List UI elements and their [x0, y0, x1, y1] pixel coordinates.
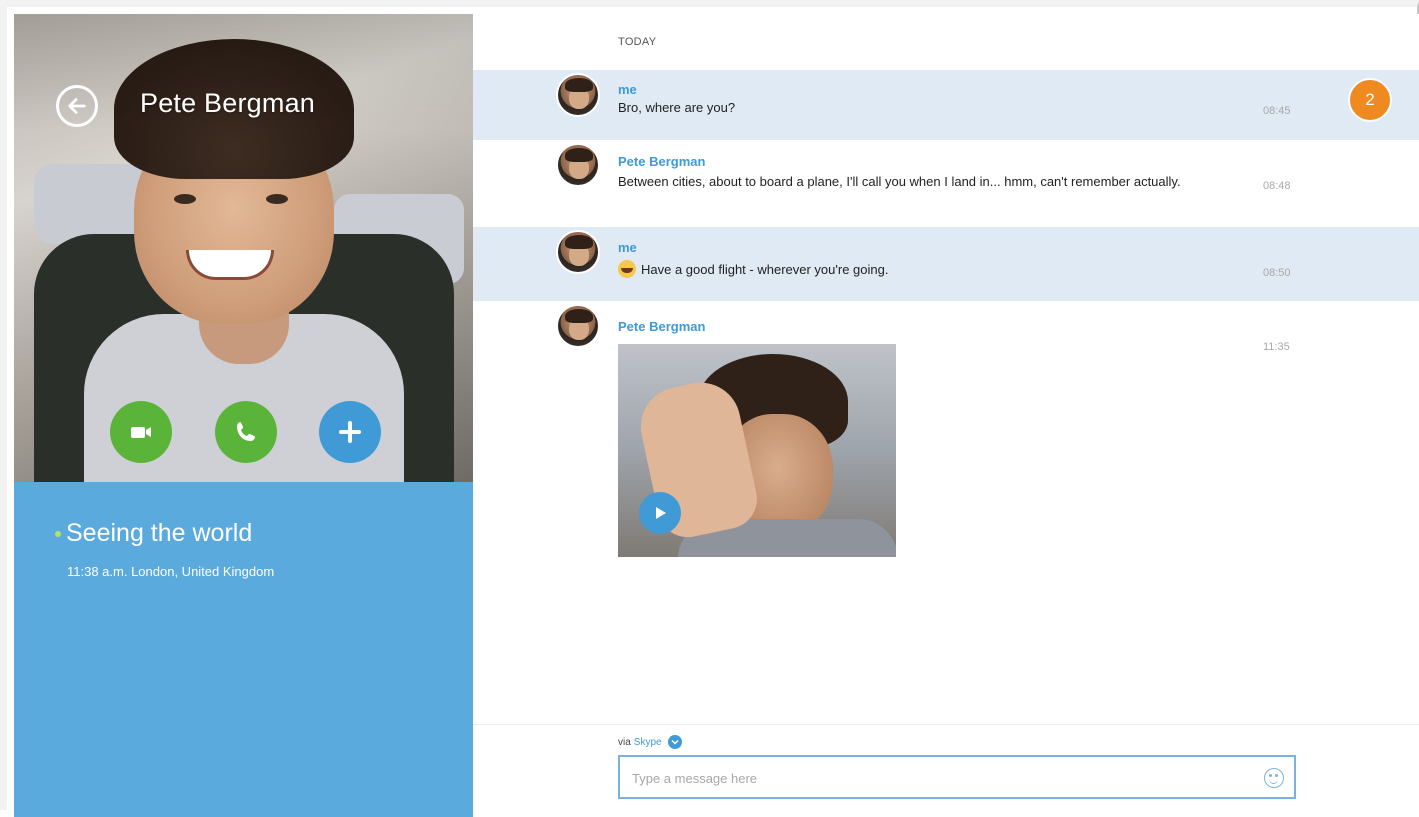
- message-row[interactable]: Pete Bergman 11:35: [473, 301, 1419, 571]
- message-sender: Pete Bergman: [618, 319, 706, 334]
- play-icon: [656, 507, 666, 519]
- phone-icon: [237, 422, 255, 441]
- unread-count-badge[interactable]: 2: [1348, 78, 1392, 122]
- message-input[interactable]: [632, 767, 1252, 789]
- via-service[interactable]: Skype: [634, 737, 662, 748]
- message-text: Between cities, about to board a plane, …: [618, 174, 1181, 189]
- conversation-pane: TODAY me Bro, where are you? 08:45 Pete …: [473, 14, 1419, 817]
- avatar: [556, 73, 600, 117]
- back-arrow-icon: [68, 98, 86, 114]
- day-separator: TODAY: [618, 36, 657, 48]
- message-composer[interactable]: [618, 755, 1296, 799]
- video-camera-icon: [131, 427, 151, 438]
- presence-dot-icon: [55, 531, 61, 537]
- mood-message: Seeing the world: [66, 519, 253, 547]
- message-row[interactable]: me Have a good flight - wherever you're …: [473, 227, 1419, 301]
- message-row[interactable]: Pete Bergman Between cities, about to bo…: [473, 140, 1419, 227]
- video-call-button[interactable]: [110, 401, 172, 463]
- avatar: [556, 143, 600, 187]
- status-panel: Seeing the world 11:38 a.m. London, Unit…: [14, 482, 473, 817]
- video-message-thumbnail[interactable]: [618, 344, 896, 557]
- composer-divider: [473, 724, 1419, 725]
- message-sender: me: [618, 82, 637, 97]
- message-time: 08:45: [1263, 105, 1291, 117]
- smiley-icon[interactable]: [1264, 768, 1284, 788]
- message-time: 08:48: [1263, 180, 1291, 192]
- message-text: Have a good flight - wherever you're goi…: [641, 262, 889, 277]
- message-text: Bro, where are you?: [618, 100, 736, 115]
- avatar: [556, 230, 600, 274]
- plus-icon: [339, 421, 361, 443]
- message-time: 11:35: [1263, 341, 1290, 353]
- message-row[interactable]: me Bro, where are you? 08:45: [473, 70, 1419, 140]
- via-selector[interactable]: via Skype: [618, 735, 682, 749]
- message-sender: Pete Bergman: [618, 154, 706, 169]
- via-label: via: [618, 736, 631, 748]
- play-button[interactable]: [639, 492, 681, 534]
- message-time: 08:50: [1263, 267, 1291, 279]
- chevron-down-icon[interactable]: [667, 735, 682, 749]
- contact-name: Pete Bergman: [140, 88, 315, 118]
- contact-local-time-location: 11:38 a.m. London, United Kingdom: [67, 564, 275, 579]
- back-button[interactable]: [56, 85, 98, 127]
- message-sender: me: [618, 240, 637, 255]
- contact-profile-pane: Pete Bergman Seeing the world 11:38 a.m.…: [14, 14, 473, 817]
- add-participant-button[interactable]: [319, 401, 381, 463]
- grin-emoticon-icon: [618, 260, 636, 278]
- voice-call-button[interactable]: [215, 401, 277, 463]
- skype-window: Pete Bergman Seeing the world 11:38 a.m.…: [0, 0, 1419, 817]
- avatar: [556, 304, 600, 348]
